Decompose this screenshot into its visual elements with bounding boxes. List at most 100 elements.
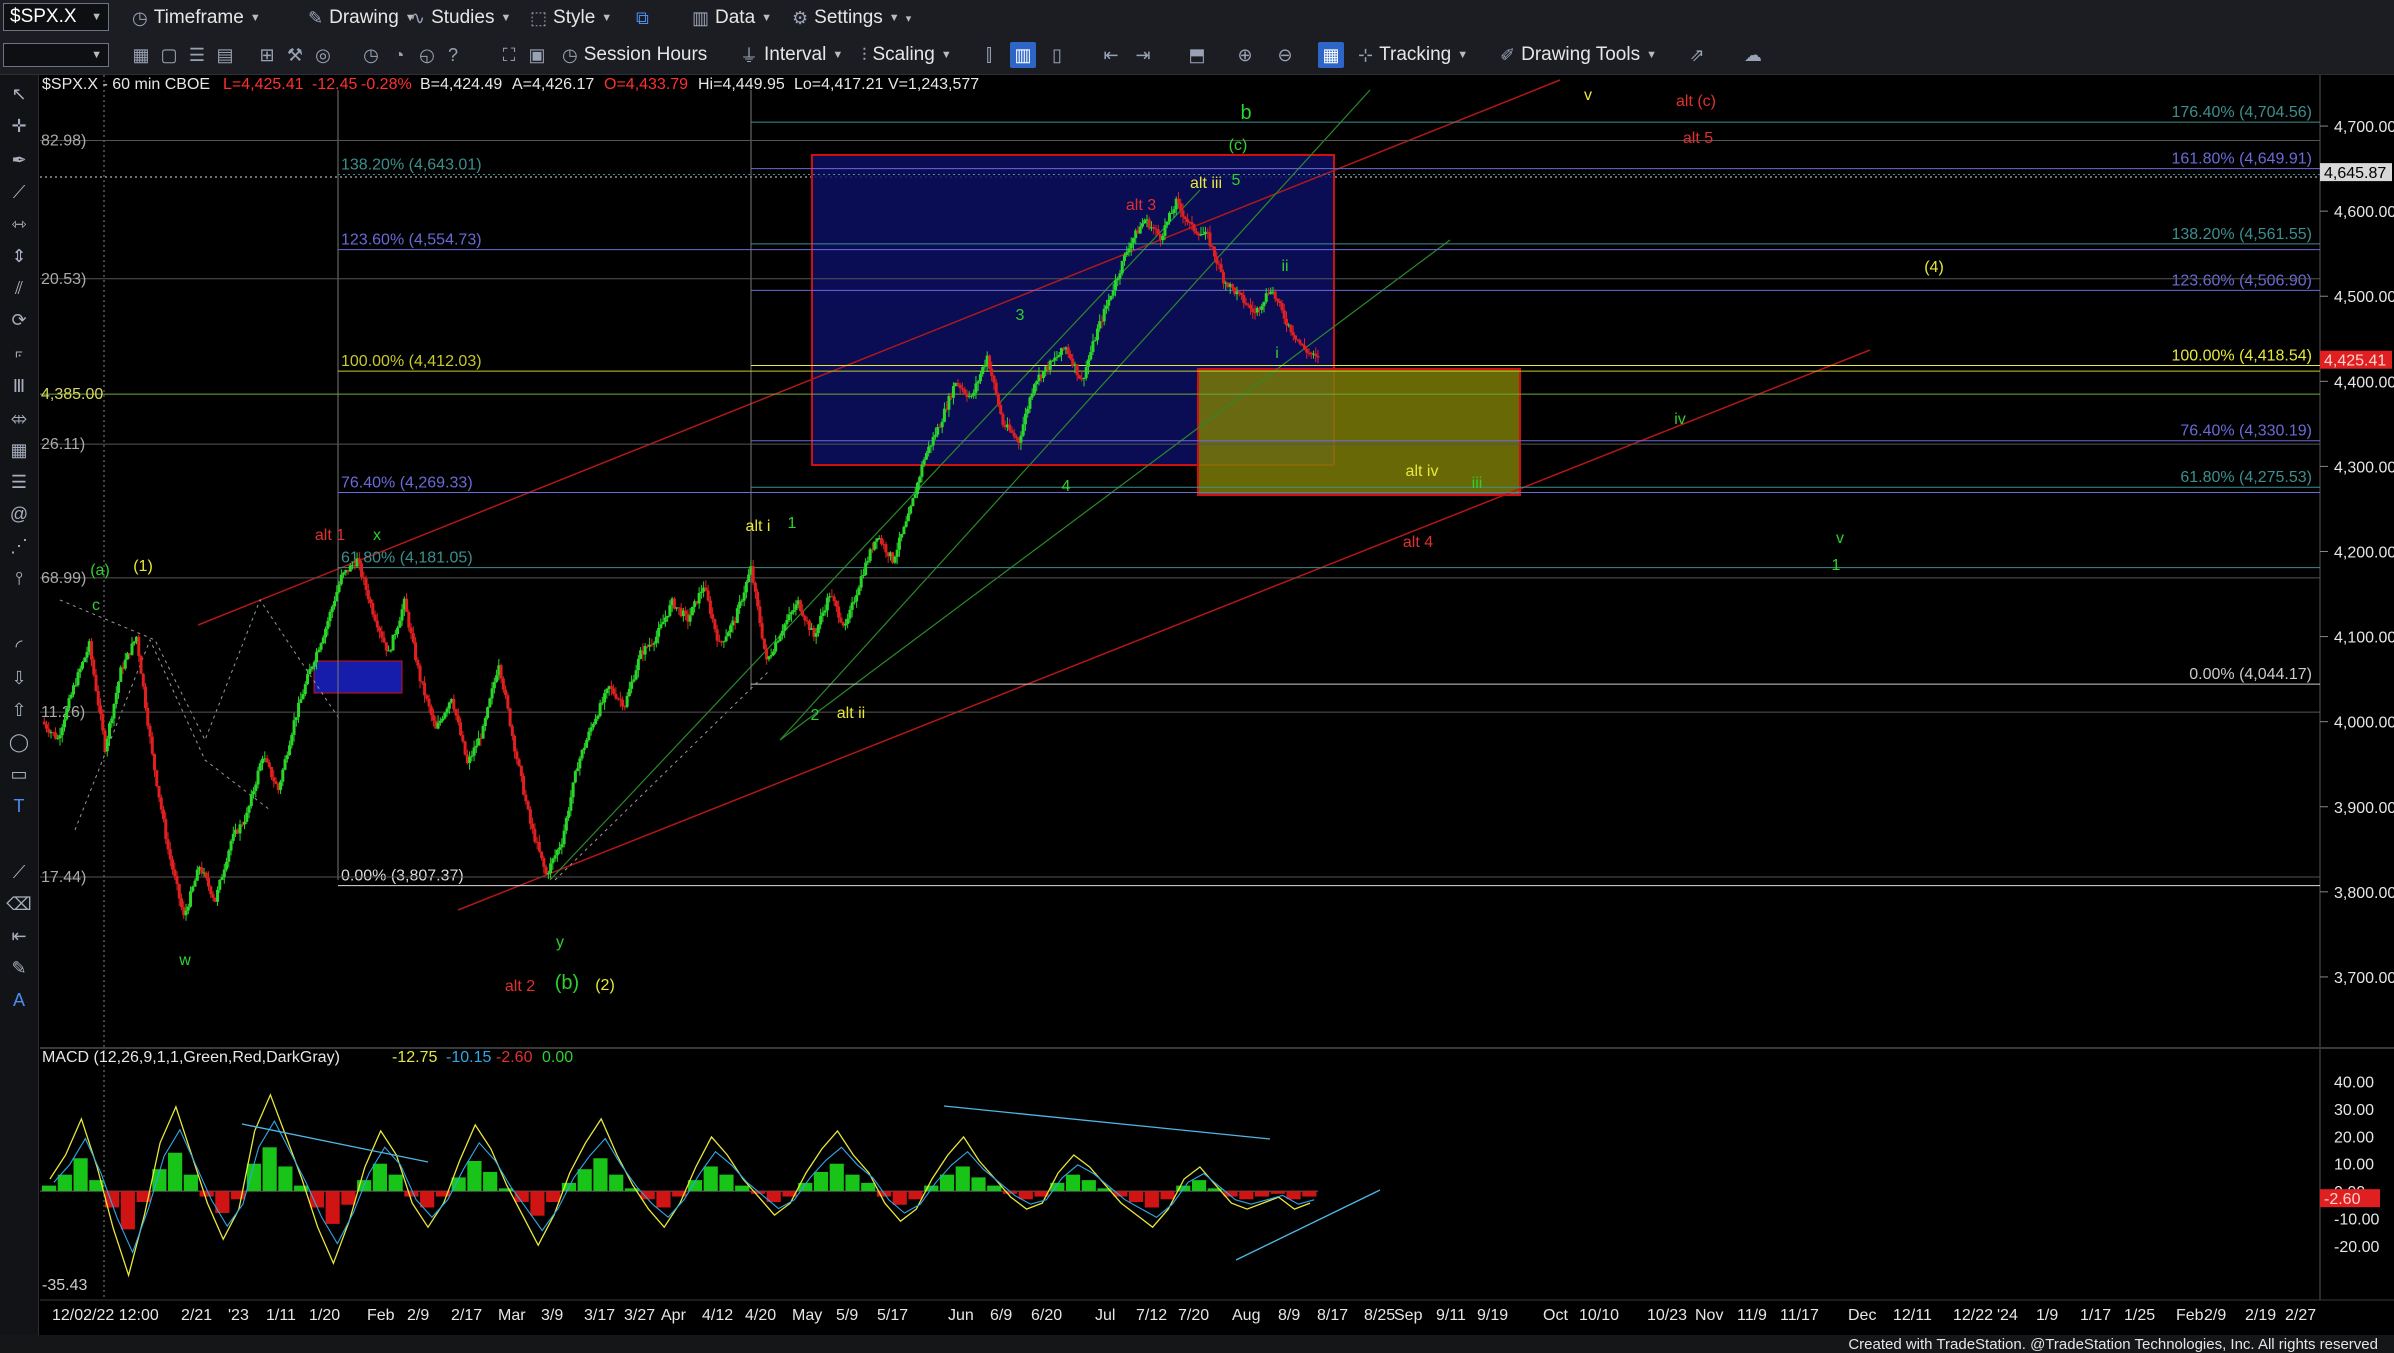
candle-body xyxy=(1192,224,1196,232)
macd-min-label: -35.43 xyxy=(42,1277,87,1294)
macd-hist-bar xyxy=(593,1158,608,1192)
candle-body xyxy=(843,623,847,626)
candle-body xyxy=(542,858,546,867)
candle-body xyxy=(630,681,634,689)
candle-body xyxy=(531,823,535,829)
candle-body xyxy=(924,453,928,460)
candle-body xyxy=(207,878,211,887)
macd-hist-bar xyxy=(467,1160,482,1192)
x-tick-label: 4/20 xyxy=(745,1307,776,1324)
macd-hist-bar xyxy=(1160,1191,1175,1200)
candle-body xyxy=(612,688,616,694)
wave-label: alt 5 xyxy=(1683,130,1713,147)
wave-label: (4) xyxy=(1924,259,1944,276)
candle-body xyxy=(348,565,352,572)
wave-label: alt iv xyxy=(1406,463,1439,480)
candle-body xyxy=(558,847,562,850)
low-price: Lo=4,417.21 xyxy=(794,76,884,93)
candle-body xyxy=(216,889,220,902)
candle-body xyxy=(794,604,798,611)
small-box-blue[interactable] xyxy=(313,660,403,694)
candle-body xyxy=(1264,293,1268,302)
level-label: 82.98) xyxy=(41,133,86,150)
candle-body xyxy=(483,718,487,727)
candle-body xyxy=(490,688,494,699)
candle-body xyxy=(92,659,96,675)
candle-body xyxy=(803,616,807,621)
wave-label: 1 xyxy=(788,515,797,532)
level-label: 20.53) xyxy=(41,271,86,288)
x-tick-label: Dec xyxy=(1848,1307,1876,1324)
x-tick-label: 12/02/22 12:00 xyxy=(52,1307,159,1324)
x-tick-label: 1/25 xyxy=(2124,1307,2155,1324)
candle-body xyxy=(517,759,521,766)
candle-body xyxy=(317,649,321,653)
price-chart[interactable]: 138.20% (4,643.01) 123.60% (4,554.73) 100.… xyxy=(0,0,2394,1353)
candle-body xyxy=(969,395,973,397)
candle-body xyxy=(936,427,940,435)
chart-symbol-text: $SPX.X - 60 min CBOE xyxy=(42,76,210,93)
candle-body xyxy=(785,620,789,625)
candle-body xyxy=(751,566,755,583)
candle-body xyxy=(519,765,523,776)
level-label: 26.11) xyxy=(41,436,85,453)
macd-y-tick-label: -20.00 xyxy=(2334,1239,2379,1256)
candle-body xyxy=(994,382,998,394)
macd-hist-bar xyxy=(735,1185,750,1192)
candle-body xyxy=(123,659,127,669)
candle-body xyxy=(825,597,829,611)
candle-body xyxy=(411,633,415,643)
candle-body xyxy=(859,576,863,588)
candle-body xyxy=(105,738,109,752)
macd-hist-bar xyxy=(845,1174,860,1192)
macd-hist-bar xyxy=(1239,1191,1254,1200)
macd-hist-bar xyxy=(1254,1191,1270,1197)
candle-body xyxy=(270,766,274,778)
candle-body xyxy=(452,698,456,710)
x-tick-label: '24 xyxy=(1997,1307,2018,1324)
candle-body xyxy=(528,809,532,824)
candle-body xyxy=(1098,321,1102,329)
candle-body xyxy=(1077,375,1081,379)
candle-body xyxy=(1068,354,1072,359)
candle-body xyxy=(209,886,213,895)
candle-body xyxy=(1230,284,1234,288)
wave-label: x xyxy=(373,527,381,544)
candle-body xyxy=(1010,430,1014,433)
candle-body xyxy=(114,692,118,704)
candle-body xyxy=(292,720,296,735)
candle-body xyxy=(468,756,472,764)
x-tick-label: 2/21 xyxy=(181,1307,212,1324)
candle-body xyxy=(1143,220,1147,224)
candle-body xyxy=(927,446,931,454)
candle-body xyxy=(335,591,339,601)
candle-body xyxy=(742,592,746,601)
macd-y-tick-label: 30.00 xyxy=(2334,1102,2374,1119)
candle-body xyxy=(999,405,1003,414)
candle-body xyxy=(1041,370,1045,379)
candle-body xyxy=(1120,261,1124,274)
candle-body xyxy=(1030,393,1034,398)
candle-body xyxy=(193,880,197,887)
candle-body xyxy=(279,781,283,791)
candle-body xyxy=(499,665,503,679)
macd-hist-bar xyxy=(1286,1191,1301,1200)
y-tick-label: 4,100.00 xyxy=(2334,630,2394,647)
candle-body xyxy=(227,850,231,862)
candle-body xyxy=(699,591,703,593)
candle-body xyxy=(389,650,393,652)
fib-label-right: 176.40% (4,704.56) xyxy=(2171,104,2312,121)
candle-body xyxy=(297,702,301,718)
x-tick-label: 4/12 xyxy=(702,1307,733,1324)
candle-body xyxy=(1260,306,1264,310)
macd-hist-bar xyxy=(530,1191,545,1216)
x-tick-label: 3/9 xyxy=(541,1307,563,1324)
candle-body xyxy=(1122,255,1126,262)
x-tick-label: Feb xyxy=(367,1307,395,1324)
candle-body xyxy=(168,849,172,860)
candle-body xyxy=(164,819,168,840)
fib-label-right: 61.80% (4,275.53) xyxy=(2180,469,2312,486)
fib-label-right: 138.20% (4,561.55) xyxy=(2171,226,2312,243)
candle-body xyxy=(902,526,906,535)
candle-body xyxy=(362,576,366,579)
